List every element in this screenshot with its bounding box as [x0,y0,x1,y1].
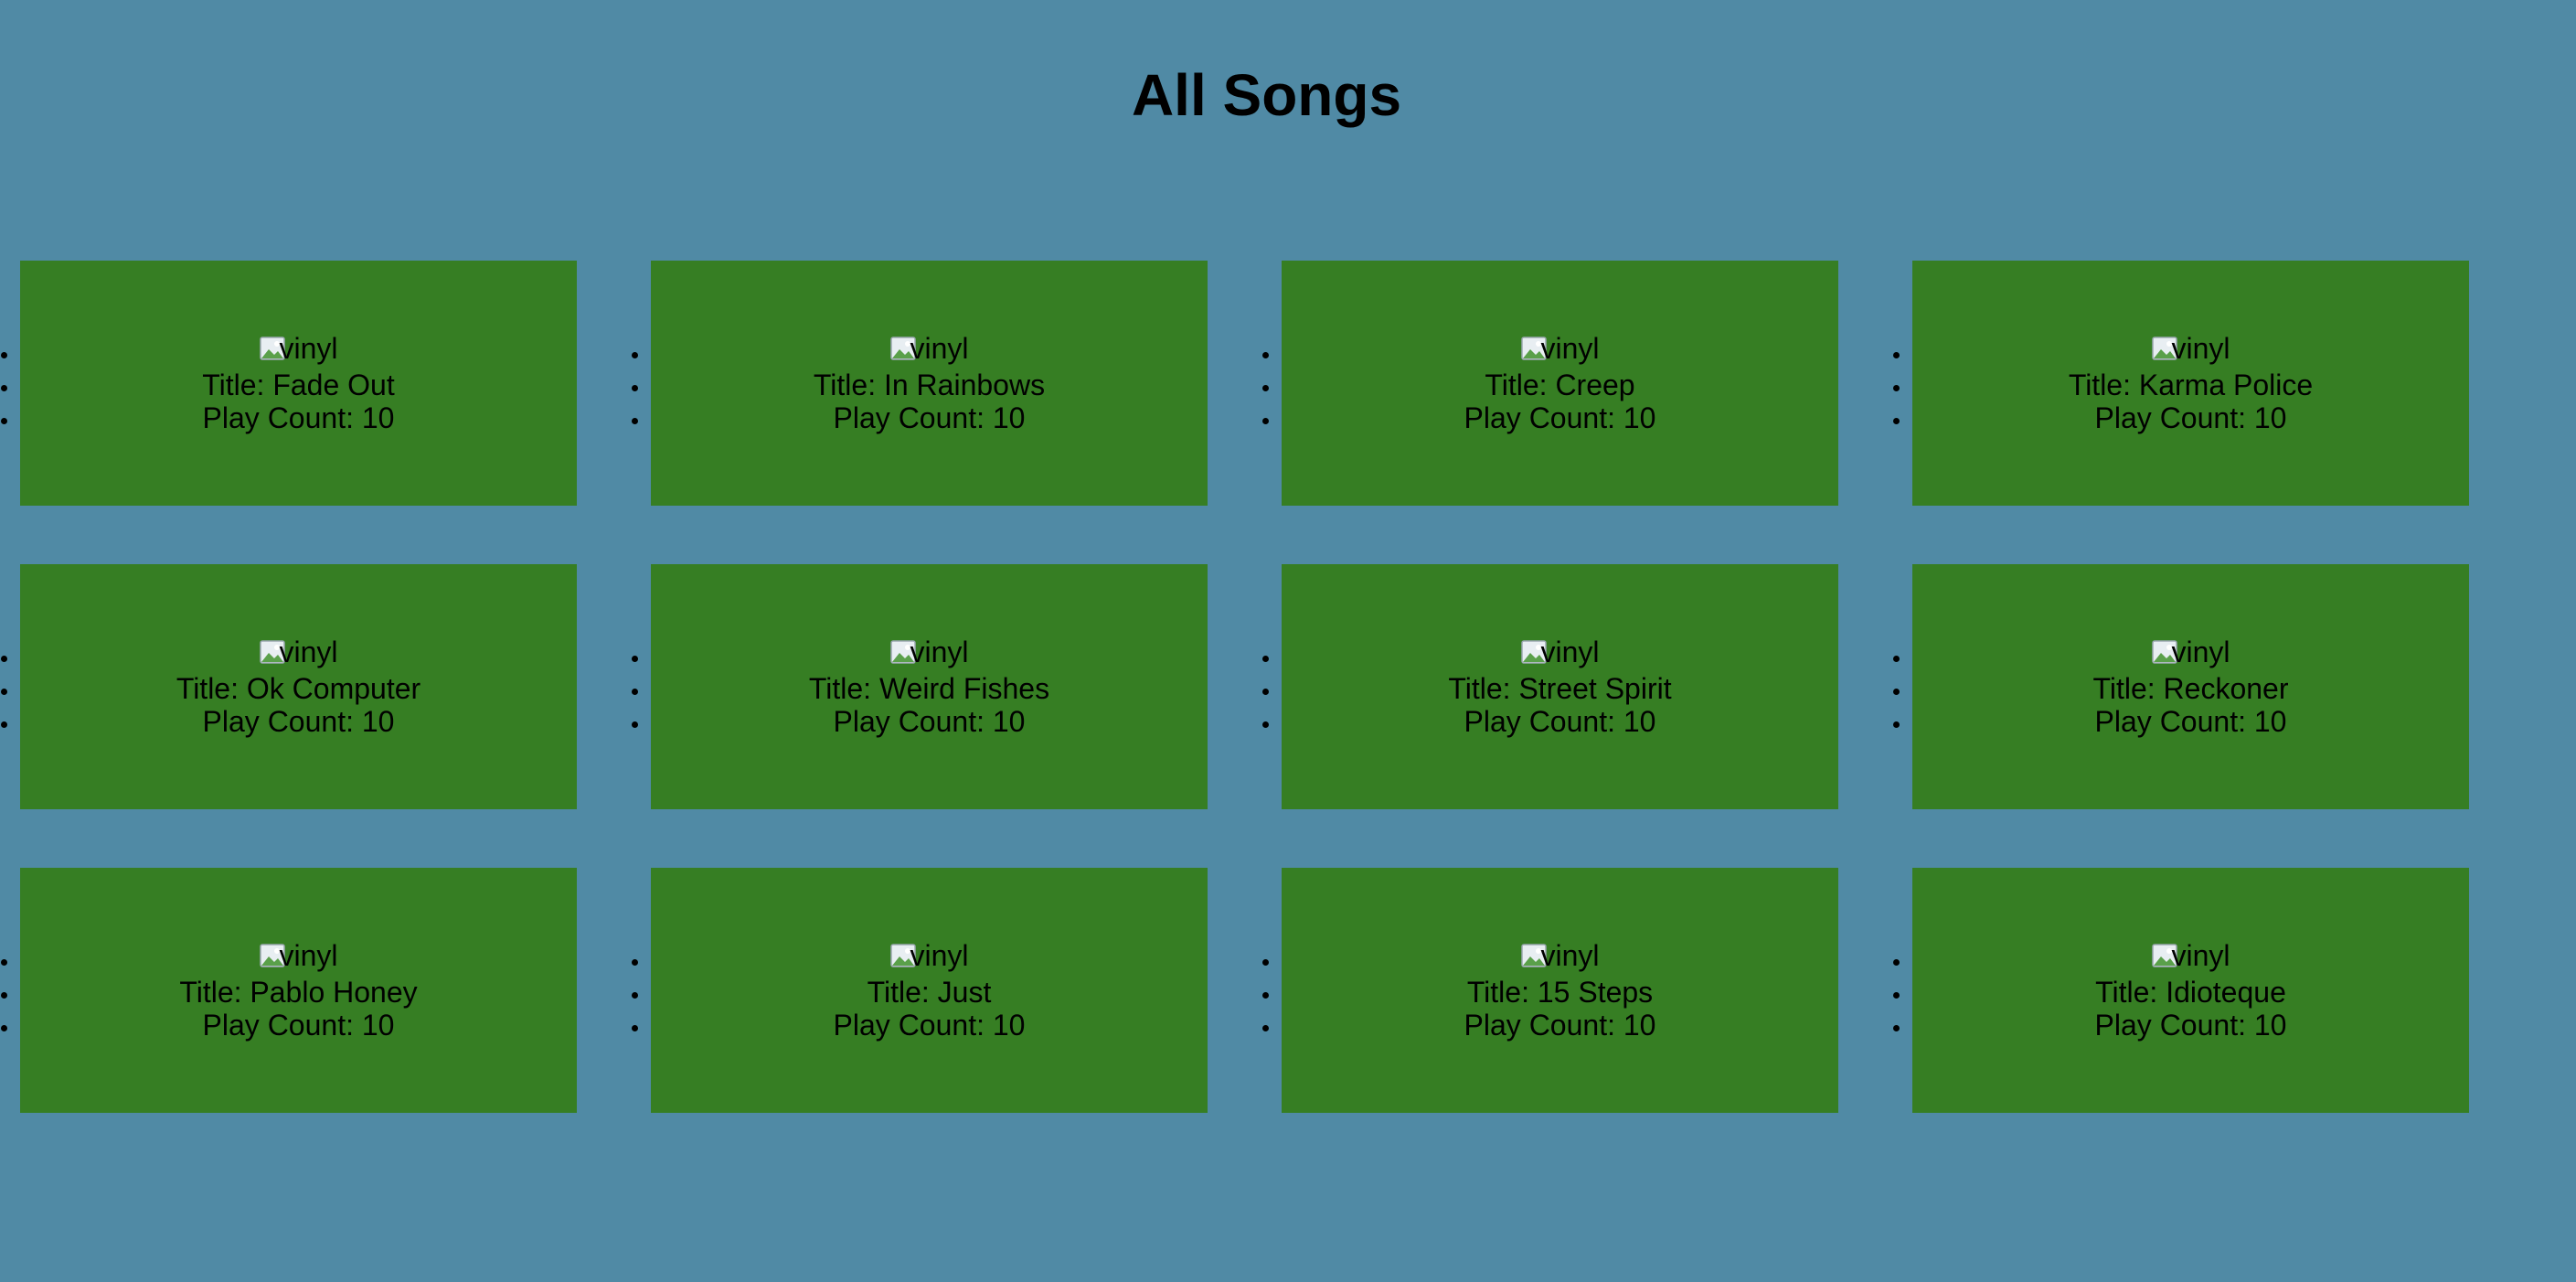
play-count: Play Count: 10 [1282,401,1838,434]
song-card: vinyl Title: Ok ComputerPlay Count: 10 [20,564,577,809]
list-item: vinyl [651,332,1208,369]
vinyl-image: vinyl [2151,332,2230,365]
song-details-list: vinyl Title: Karma PolicePlay Count: 10 [1912,332,2469,434]
play-count: Play Count: 10 [1912,705,2469,738]
vinyl-image: vinyl [889,939,969,972]
song-card: vinyl Title: CreepPlay Count: 10 [1282,261,1838,506]
song-details-list: vinyl Title: In RainbowsPlay Count: 10 [651,332,1208,434]
image-alt-text: vinyl [910,636,969,668]
song-title: Title: Ok Computer [20,672,577,705]
page-title: All Songs [1131,62,1402,128]
song-details-list: vinyl Title: Fade OutPlay Count: 10 [20,332,577,434]
vinyl-image: vinyl [259,636,338,668]
song-details-list: vinyl Title: 15 StepsPlay Count: 10 [1282,939,1838,1042]
song-title: Title: Reckoner [1912,672,2469,705]
vinyl-image: vinyl [889,332,969,365]
song-details-list: vinyl Title: JustPlay Count: 10 [651,939,1208,1042]
vinyl-image: vinyl [1520,636,1600,668]
image-alt-text: vinyl [1540,332,1600,365]
image-alt-text: vinyl [279,636,338,668]
image-alt-text: vinyl [910,332,969,365]
song-details-list: vinyl Title: Street SpiritPlay Count: 10 [1282,636,1838,738]
play-count: Play Count: 10 [1282,705,1838,738]
song-title: Title: Creep [1282,369,1838,401]
vinyl-image: vinyl [259,332,338,365]
play-count: Play Count: 10 [1912,1009,2469,1042]
songs-grid: vinylTitle: Fade OutPlay Count: 10vinylT… [20,261,2469,1113]
list-item: vinyl [1912,939,2469,976]
song-details-list: vinyl Title: CreepPlay Count: 10 [1282,332,1838,434]
play-count: Play Count: 10 [651,401,1208,434]
song-card: vinyl Title: IdiotequePlay Count: 10 [1912,868,2469,1113]
song-title: Title: Idioteque [1912,976,2469,1009]
list-item: vinyl [651,939,1208,976]
list-item: vinyl [1282,939,1838,976]
song-details-list: vinyl Title: ReckonerPlay Count: 10 [1912,636,2469,738]
list-item: vinyl [651,636,1208,672]
play-count: Play Count: 10 [20,705,577,738]
song-card: vinyl Title: Pablo HoneyPlay Count: 10 [20,868,577,1113]
song-details-list: vinyl Title: IdiotequePlay Count: 10 [1912,939,2469,1042]
song-title: Title: Street Spirit [1282,672,1838,705]
song-title: Title: 15 Steps [1282,976,1838,1009]
image-alt-text: vinyl [910,939,969,972]
song-title: Title: Just [651,976,1208,1009]
song-details-list: vinyl Title: Weird FishesPlay Count: 10 [651,636,1208,738]
song-card: vinyl Title: Fade OutPlay Count: 10 [20,261,577,506]
song-title: Title: Pablo Honey [20,976,577,1009]
song-title: Title: Weird Fishes [651,672,1208,705]
vinyl-image: vinyl [1520,332,1600,365]
list-item: vinyl [1912,332,2469,369]
vinyl-image: vinyl [889,636,969,668]
list-item: vinyl [20,636,577,672]
list-item: vinyl [1282,332,1838,369]
page: All Songs vinylTitle: Fade OutPlay Count… [0,0,2576,1282]
list-item: vinyl [1912,636,2469,672]
song-card: vinyl Title: ReckonerPlay Count: 10 [1912,564,2469,809]
list-item: vinyl [1282,636,1838,672]
song-title: Title: Karma Police [1912,369,2469,401]
song-card: vinyl Title: 15 StepsPlay Count: 10 [1282,868,1838,1113]
play-count: Play Count: 10 [20,401,577,434]
song-title: Title: Fade Out [20,369,577,401]
image-alt-text: vinyl [2171,939,2230,972]
image-alt-text: vinyl [1540,939,1600,972]
song-details-list: vinyl Title: Ok ComputerPlay Count: 10 [20,636,577,738]
vinyl-image: vinyl [2151,939,2230,972]
image-alt-text: vinyl [279,332,338,365]
song-title: Title: In Rainbows [651,369,1208,401]
song-card: vinyl Title: Karma PolicePlay Count: 10 [1912,261,2469,506]
song-card: vinyl Title: In RainbowsPlay Count: 10 [651,261,1208,506]
song-card: vinyl Title: JustPlay Count: 10 [651,868,1208,1113]
image-alt-text: vinyl [279,939,338,972]
image-alt-text: vinyl [2171,332,2230,365]
play-count: Play Count: 10 [651,705,1208,738]
play-count: Play Count: 10 [1912,401,2469,434]
song-details-list: vinyl Title: Pablo HoneyPlay Count: 10 [20,939,577,1042]
image-alt-text: vinyl [1540,636,1600,668]
play-count: Play Count: 10 [1282,1009,1838,1042]
list-item: vinyl [20,939,577,976]
play-count: Play Count: 10 [20,1009,577,1042]
image-alt-text: vinyl [2171,636,2230,668]
vinyl-image: vinyl [2151,636,2230,668]
song-card: vinyl Title: Street SpiritPlay Count: 10 [1282,564,1838,809]
vinyl-image: vinyl [1520,939,1600,972]
list-item: vinyl [20,332,577,369]
vinyl-image: vinyl [259,939,338,972]
play-count: Play Count: 10 [651,1009,1208,1042]
song-card: vinyl Title: Weird FishesPlay Count: 10 [651,564,1208,809]
